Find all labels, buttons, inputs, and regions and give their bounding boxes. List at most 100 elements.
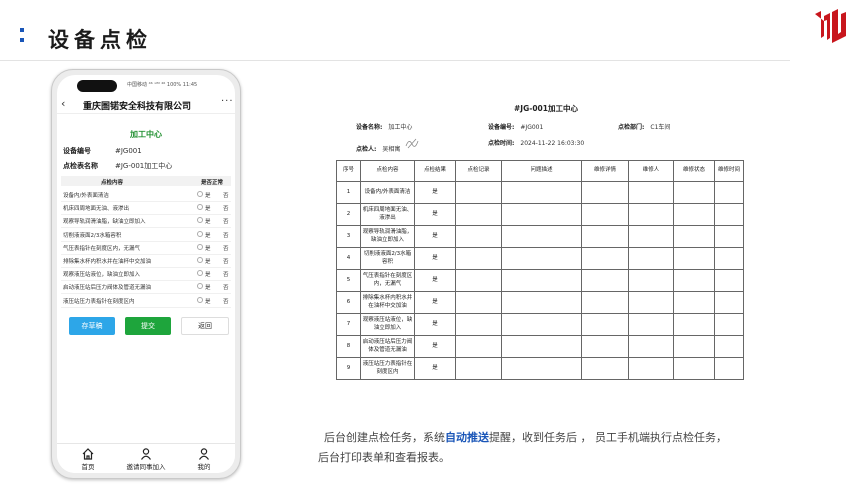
table-row: 8 启动液压站后压力阀体及管道无漏油是: [336, 335, 744, 358]
meta-label: 设备编号:: [488, 124, 515, 131]
column-header: 序号: [336, 160, 361, 182]
cell-repairer: [628, 335, 674, 358]
cell-repairer: [628, 291, 674, 314]
radio-yes[interactable]: [197, 204, 203, 211]
cell-result: 是: [414, 291, 456, 314]
tab-invite[interactable]: 邀请同事加入: [121, 447, 171, 471]
cell-repair-detail: [581, 313, 629, 336]
tab-label: 邀请同事加入: [126, 463, 166, 471]
cell-repair-time: [714, 291, 744, 314]
cell-content: 设备内/外表面清洁: [360, 181, 415, 204]
cell-problem: [501, 203, 582, 226]
phone-screen: 中国移动 ⁴⁶ ˢᴵᴹ ⁴⁶ 100% 11:45 ‹ 重庆圄锘安全科技有限公司…: [57, 75, 235, 473]
cell-repair-detail: [581, 269, 629, 292]
cell-content: 机床四周地面无油、液渗出: [360, 203, 415, 226]
caption-line-1: 后台创建点检任务，系统自动推送提醒，收到任务后 ， 员工手机端执行点检任务，: [318, 428, 818, 448]
meta-value: 吴相寓: [382, 146, 401, 153]
table-header-row: 序号 点检内容 点检结果 点检记录 问题描述 维修详情 维修人 维修状态 维修时间: [336, 160, 744, 182]
brand-logo: [815, 9, 846, 43]
column-header: 维修状态: [673, 160, 715, 182]
return-button[interactable]: 返回: [181, 317, 229, 335]
option-yes-label: 是: [205, 206, 211, 213]
device-number-row: 设备编号 #JG001: [63, 146, 142, 156]
checklist-item-text: 设备内/外表面清洁: [63, 193, 109, 199]
tab-label: 我的: [197, 463, 211, 471]
description-text: 后台创建点检任务，系统自动推送提醒，收到任务后 ， 员工手机端执行点检任务， 后…: [318, 428, 818, 468]
save-draft-button[interactable]: 存草稿: [69, 317, 115, 335]
cell-record: [455, 269, 502, 292]
radio-yes[interactable]: [197, 230, 203, 237]
cell-content: 液压站压力表指针在刻度区内: [360, 357, 415, 380]
option-yes-label: 是: [205, 219, 211, 226]
submit-button[interactable]: 提交: [125, 317, 171, 335]
checklist-row: 设备内/外表面清洁 是 否: [61, 188, 231, 202]
radio-yes[interactable]: [197, 243, 203, 250]
cell-problem: [501, 313, 582, 336]
cell-problem: [501, 225, 582, 248]
cell-result: 是: [414, 313, 456, 336]
radio-yes[interactable]: [197, 257, 203, 263]
cell-record: [455, 203, 502, 226]
table-row: 5 气压表指针在刻度区内，无漏气是: [336, 269, 744, 292]
cell-result: 是: [414, 357, 456, 380]
cell-no: 3: [336, 225, 361, 248]
checklist-row: 观察液压站液位，缺油立即加入 是 否: [61, 267, 231, 282]
cell-repair-detail: [581, 335, 629, 358]
report-device-no: 设备编号: #JG001: [488, 122, 543, 131]
tab-home[interactable]: 首页: [63, 447, 113, 471]
tab-label: 首页: [81, 463, 95, 471]
cell-repair-time: [714, 313, 744, 336]
cell-repairer: [628, 357, 674, 380]
back-icon[interactable]: ‹: [61, 97, 65, 110]
radio-yes[interactable]: [197, 217, 203, 224]
cell-repair-status: [673, 203, 715, 226]
cell-repair-detail: [581, 203, 629, 226]
column-header: 点检记录: [455, 160, 502, 182]
option-no-label: 否: [223, 193, 229, 199]
cell-no: 4: [336, 247, 361, 270]
inspection-report: #JG-001加工中心 设备名称: 加工中心 设备编号: #JG001 点检部门: C…: [336, 100, 756, 385]
user-icon: [199, 448, 209, 460]
checklist-item-text: 排除集水杯内积水并在油杯中交加油: [63, 259, 152, 265]
field-label: 设备编号: [63, 147, 91, 155]
cell-content: 排除集水杯内积水并在油杯中交加油: [360, 291, 415, 314]
cell-repair-detail: [581, 357, 629, 380]
cell-record: [455, 313, 502, 336]
cell-problem: [501, 247, 582, 270]
tab-me[interactable]: 我的: [179, 447, 229, 471]
field-value: #JG-001加工中心: [115, 162, 173, 170]
column-header: 点检结果: [414, 160, 456, 182]
cell-problem: [501, 335, 582, 358]
radio-yes[interactable]: [197, 296, 203, 303]
report-table: 序号 点检内容 点检结果 点检记录 问题描述 维修详情 维修人 维修状态 维修时间 1 设备内/外…: [336, 160, 744, 380]
radio-yes[interactable]: [197, 191, 203, 197]
radio-yes[interactable]: [197, 270, 203, 277]
camera-notch: [77, 80, 117, 92]
cell-repair-detail: [581, 291, 629, 314]
radio-yes[interactable]: [197, 283, 203, 290]
header-divider: [0, 60, 790, 61]
cell-no: 7: [336, 313, 361, 336]
cell-repair-time: [714, 357, 744, 380]
cell-result: 是: [414, 247, 456, 270]
more-icon[interactable]: ···: [221, 96, 234, 107]
invite-user-icon: [141, 448, 151, 460]
option-yes-label: 是: [205, 298, 211, 305]
cell-repair-status: [673, 181, 715, 204]
checklist-item-text: 观察液压站液位，缺油立即加入: [63, 272, 141, 279]
checklist-row: 排除集水杯内积水并在油杯中交加油 是 否: [61, 254, 231, 268]
field-value: #JG001: [115, 147, 142, 155]
cell-repair-detail: [581, 225, 629, 248]
cell-result: 是: [414, 269, 456, 292]
option-no-label: 否: [223, 298, 229, 305]
table-row: 4 切削液液面2/3水箱容积是: [336, 247, 744, 270]
app-title: 重庆圄锘安全科技有限公司: [83, 102, 192, 112]
cell-repair-time: [714, 203, 744, 226]
table-row: 2 机床四周地面无油、液渗出是: [336, 203, 744, 226]
home-icon: [82, 448, 94, 460]
checklist-item-text: 液压站压力表指针在刻度区内: [63, 298, 135, 305]
checklist-row: 气压表指针在刻度区内，无漏气 是 否: [61, 241, 231, 255]
cell-repair-status: [673, 225, 715, 248]
caption-part-2: 提醒，收到任务后 ， 员工手机端执行点检任务，: [489, 431, 727, 444]
cell-content: 切削液液面2/3水箱容积: [360, 247, 415, 270]
